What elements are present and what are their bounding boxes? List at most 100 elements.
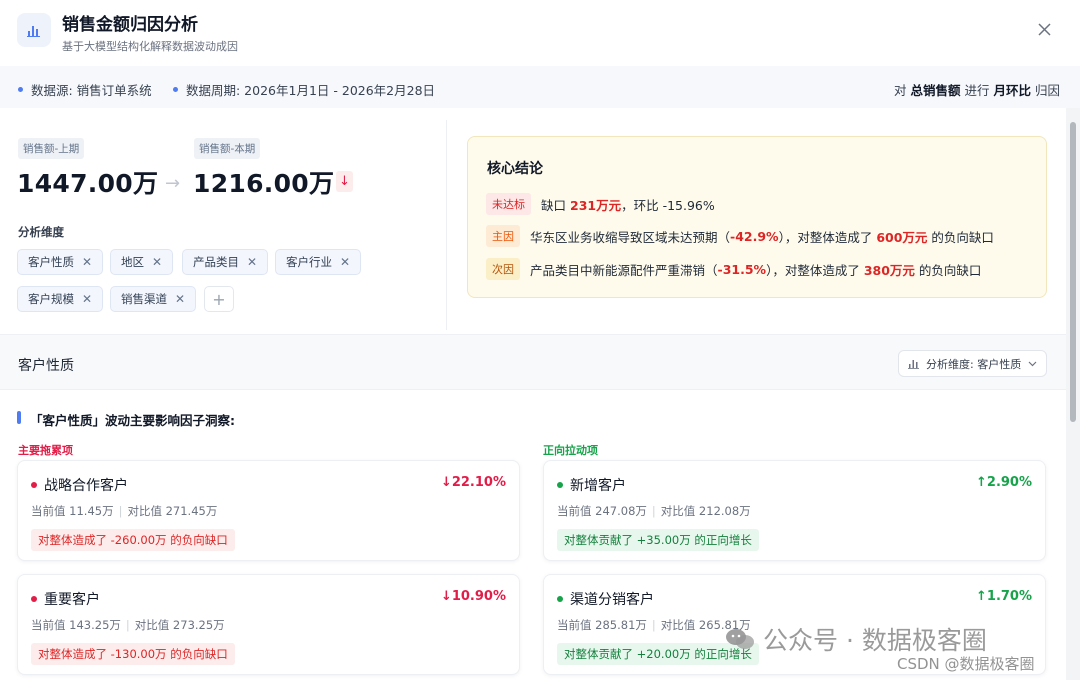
bar-chart-icon (17, 13, 51, 47)
pos-column-label: 正向拉动项 (543, 444, 598, 457)
bullet-dot (173, 87, 178, 92)
current-value: 当前值 247.08万 (557, 504, 647, 518)
neg-column-label: 主要拖累项 (18, 444, 73, 457)
scrollbar-thumb[interactable] (1070, 122, 1076, 422)
factor-name: 新增客户 (557, 475, 626, 495)
factor-values: 当前值 11.45万 | 对比值 271.45万 (31, 503, 217, 519)
dimension-section-header: 客户性质 分析维度: 客户性质 (0, 334, 1066, 390)
watermark-sub: CSDN @数据极客圈 (897, 655, 1035, 673)
close-icon[interactable]: ✕ (247, 255, 257, 269)
chip-label: 地区 (121, 255, 144, 269)
close-icon[interactable]: ✕ (340, 255, 350, 269)
conclusion-card: 核心结论 未达标 缺口 231万元 ，环比 -15.96% 主因 华东区业务收缩… (467, 136, 1047, 298)
row-amount: 600万元 (876, 229, 928, 245)
impact-note: 对整体贡献了 +35.00万 的正向增长 (557, 529, 759, 551)
conclusion-row-unmet: 未达标 缺口 231万元 ，环比 -15.96% (486, 193, 715, 215)
add-dimension-button[interactable]: + (204, 286, 234, 312)
arrow-down-icon: ↓ (336, 171, 353, 192)
row-pct: -42.9% (730, 228, 779, 244)
watermark-text: 公众号 · 数据极客圈 (763, 626, 987, 655)
dim-chip-product-category[interactable]: 产品类目 ✕ (182, 249, 269, 275)
divider: | (125, 618, 130, 632)
factor-name: 战略合作客户 (31, 475, 128, 495)
cause-badge: 主因 (486, 225, 520, 247)
factor-values: 当前值 247.08万 | 对比值 212.08万 (557, 503, 751, 519)
dim-chip-customer-industry[interactable]: 客户行业 ✕ (275, 249, 362, 275)
chip-label: 客户规模 (28, 292, 74, 306)
data-period: 数据周期: 2026年1月1日 - 2026年2月28日 (173, 80, 435, 99)
curr-period-label: 销售额-本期 (194, 138, 261, 159)
row-text: 产品类目中新能源配件严重滞销（ (530, 262, 718, 278)
dim-chip-customer-nature[interactable]: 客户性质 ✕ (17, 249, 104, 275)
data-period-text: 数据周期: 2026年1月1日 - 2026年2月28日 (186, 83, 436, 98)
wechat-icon (726, 629, 754, 649)
dim-chip-customer-scale[interactable]: 客户规模 ✕ (17, 286, 104, 312)
summary-section: 销售额-上期 1447.00万 → 销售额-本期 1216.00万 ↓ 分析维度… (0, 108, 1066, 334)
close-icon[interactable]: ✕ (82, 292, 92, 306)
row-text: ，环比 -15.96% (621, 197, 715, 213)
mode-mid: 进行 (964, 83, 990, 98)
chip-label: 客户行业 (286, 255, 332, 269)
mode-pre: 对 (893, 83, 907, 98)
close-icon[interactable]: ✕ (82, 255, 92, 269)
curr-period-value: 1216.00万 (193, 169, 335, 198)
factor-change: ↓22.10% (440, 475, 506, 490)
vertical-scrollbar[interactable] (1066, 108, 1080, 680)
factor-change: ↓10.90% (440, 589, 506, 604)
select-value: 分析维度: 客户性质 (926, 357, 1022, 371)
factor-name-text: 战略合作客户 (44, 478, 128, 494)
divider: | (651, 504, 656, 518)
factor-card[interactable]: 战略合作客户 ↓22.10% 当前值 11.45万 | 对比值 271.45万 对整… (17, 460, 520, 561)
factor-values: 当前值 285.81万 | 对比值 265.81万 (557, 617, 751, 633)
attribution-dialog: 销售金额归因分析 基于大模型结构化解释数据波动成因 数据源: 销售订单系统 数据… (0, 0, 1080, 680)
factor-name-text: 新增客户 (570, 478, 626, 494)
current-value: 当前值 11.45万 (31, 504, 114, 518)
row-text: ），对整体造成了 (766, 262, 860, 278)
row-pct: -31.5% (717, 261, 767, 277)
dialog-title: 销售金额归因分析 (62, 15, 198, 35)
row-text: 的负向缺口 (931, 229, 994, 245)
mode-metric: 总销售额 (910, 83, 961, 98)
factor-card[interactable]: 重要客户 ↓10.90% 当前值 143.25万 | 对比值 273.25万 对整体… (17, 574, 520, 675)
data-source-text: 数据源: 销售订单系统 (31, 83, 152, 98)
dialog-header: 销售金额归因分析 基于大模型结构化解释数据波动成因 (0, 0, 1080, 66)
prev-period-value: 1447.00万 (17, 169, 159, 198)
dim-chip-region[interactable]: 地区 ✕ (110, 249, 174, 275)
divider (446, 120, 447, 330)
mode-method: 月环比 (993, 83, 1031, 98)
row-text: ），对整体造成了 (778, 229, 873, 245)
arrow-right-icon: → (165, 173, 181, 194)
section-title: 客户性质 (18, 358, 74, 374)
close-icon[interactable]: ✕ (152, 255, 162, 269)
dim-chip-sales-channel[interactable]: 销售渠道 ✕ (110, 286, 197, 312)
factor-change: ↑2.90% (976, 475, 1032, 490)
info-bar: 数据源: 销售订单系统 数据周期: 2026年1月1日 - 2026年2月28日… (0, 66, 1080, 108)
divider: | (118, 504, 123, 518)
row-text: 华东区业务收缩导致区域未达预期（ (530, 229, 731, 245)
analysis-mode: 对 总销售额 进行 月环比 归因 (894, 80, 1060, 99)
bullet-dot (557, 482, 563, 488)
bullet-dot (31, 596, 37, 602)
factor-card[interactable]: 新增客户 ↑2.90% 当前值 247.08万 | 对比值 212.08万 对整体贡… (543, 460, 1046, 561)
mode-post: 归因 (1034, 83, 1060, 98)
bullet-dot (31, 482, 37, 488)
factor-name: 渠道分销客户 (557, 589, 654, 609)
close-icon[interactable] (1034, 19, 1054, 39)
current-value: 当前值 143.25万 (31, 618, 121, 632)
row-text: 的负向缺口 (918, 262, 982, 278)
status-badge: 未达标 (486, 193, 531, 215)
compare-value: 对比值 212.08万 (660, 504, 751, 518)
watermark: 公众号 · 数据极客圈 (725, 621, 987, 657)
dimension-select[interactable]: 分析维度: 客户性质 (898, 350, 1047, 377)
close-icon[interactable]: ✕ (175, 292, 185, 306)
row-text: 缺口 (541, 197, 567, 213)
compare-value: 对比值 273.25万 (134, 618, 225, 632)
impact-note: 对整体造成了 -260.00万 的负向缺口 (31, 529, 235, 551)
row-amount: 231万元 (570, 197, 622, 213)
data-source: 数据源: 销售订单系统 (18, 80, 152, 99)
compare-value: 对比值 271.45万 (127, 504, 218, 518)
factor-name-text: 重要客户 (44, 592, 100, 608)
chip-label: 客户性质 (28, 255, 74, 269)
conclusion-row-secondary: 次因 产品类目中新能源配件严重滞销（ -31.5% ），对整体造成了 380万元… (486, 258, 981, 280)
bullet-dot (557, 596, 563, 602)
